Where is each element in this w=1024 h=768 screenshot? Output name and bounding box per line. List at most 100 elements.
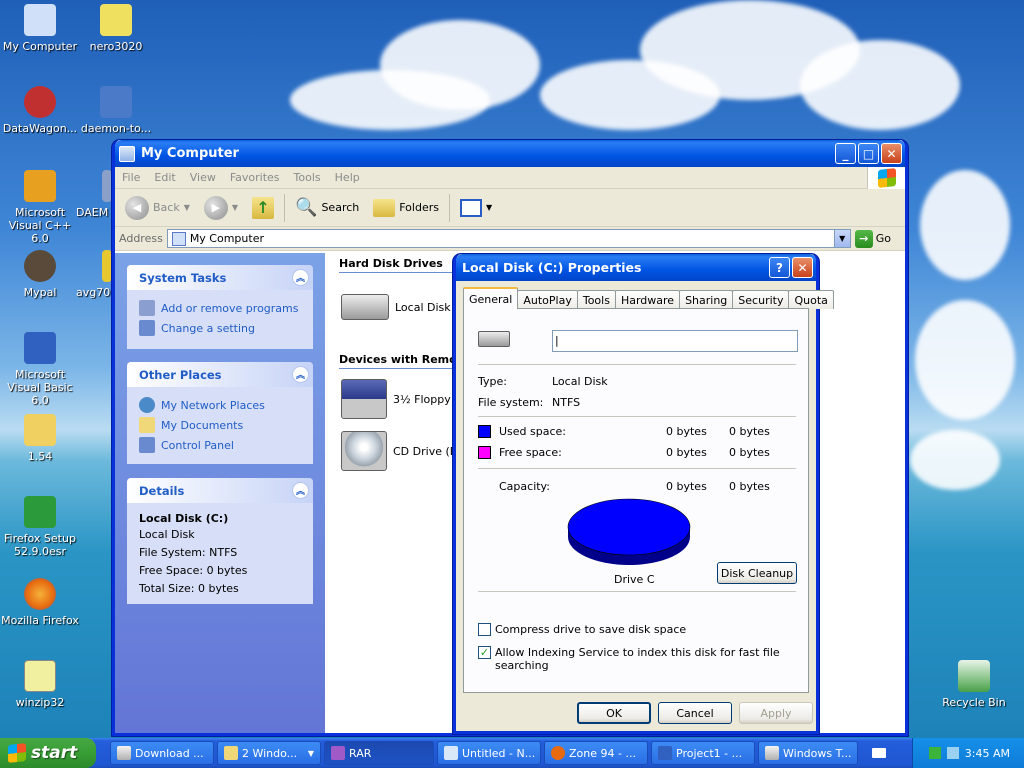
desktop-icon-154[interactable]: 1.54 [0,414,80,463]
tab-hardware[interactable]: Hardware [614,290,681,309]
folder-up-icon: ↑ [252,196,275,219]
capacity-label: Capacity: [499,480,550,493]
forward-button[interactable]: ▶ ▼ [200,194,242,222]
task-add-remove-programs[interactable]: Add or remove programs [139,298,301,318]
desktop-icon-my-computer[interactable]: My Computer [0,4,80,53]
apply-button[interactable]: Apply [739,702,813,724]
collapse-icon[interactable]: ︽ [292,366,309,383]
address-bar: Address My Computer ▼ → Go [115,227,905,251]
type-value: Local Disk [552,375,608,388]
menu-tools[interactable]: Tools [287,171,328,184]
hard-drive-icon [341,294,389,320]
compress-checkbox[interactable] [478,623,491,636]
place-documents[interactable]: My Documents [139,415,301,435]
network-icon[interactable] [946,747,959,759]
back-arrow-icon: ◀ [125,195,149,220]
desktop-icon-recycle-bin[interactable]: Recycle Bin [934,660,1014,709]
pie-used-slice [567,498,691,556]
tab-quota[interactable]: Quota [788,290,834,309]
desktop-icon-nero[interactable]: nero3020 [76,4,156,53]
start-button[interactable]: start [0,738,96,768]
other-places-header[interactable]: Other Places ︽ [127,362,313,387]
tab-autoplay[interactable]: AutoPlay [517,290,578,309]
recycle-bin-icon [958,660,990,692]
desktop-icon-daemon[interactable]: daemon-to... [76,86,156,135]
collapse-icon[interactable]: ︽ [292,269,309,286]
tab-security[interactable]: Security [732,290,790,309]
general-tab-panel: | Type: Local Disk File system: NTFS Use… [463,308,809,693]
collapse-icon[interactable]: ︽ [292,482,309,499]
search-icon: 🔍 [295,197,318,218]
standard-toolbar: ◀ Back ▼ ▶ ▼ ↑ 🔍 Search Folders ▼ [115,189,905,227]
details-panel: Details ︽ Local Disk (C:) Local Disk File… [127,478,313,604]
up-button[interactable]: ↑ [248,195,278,221]
desktop-icon-firefox[interactable]: Mozilla Firefox [0,578,80,627]
address-dropdown-button[interactable]: ▼ [833,230,850,247]
ok-button[interactable]: OK [577,702,651,724]
place-network[interactable]: My Network Places [139,395,301,415]
documents-icon [139,417,155,433]
taskbar-item-notepad[interactable]: Untitled - N... [437,741,541,765]
desktop-icon-datawagon[interactable]: DataWagon... [0,86,80,135]
close-button[interactable]: ✕ [881,143,902,164]
desktop-icon-avg[interactable]: avg70 [76,250,112,299]
search-button[interactable]: 🔍 Search [291,195,363,220]
views-button[interactable]: ▼ [456,197,496,219]
desktop-icon-vb6[interactable]: Microsoft Visual Basic 6.0 [0,332,80,407]
zip-folder-icon [24,414,56,446]
folder-icon [224,746,238,760]
tab-sharing[interactable]: Sharing [679,290,734,309]
taskbar-item-download[interactable]: Download ... [110,741,214,765]
tab-tools[interactable]: Tools [576,290,616,309]
menu-view[interactable]: View [183,171,223,184]
desktop-icon-daem[interactable]: DAEM [76,170,112,219]
minimize-button[interactable]: _ [835,143,856,164]
go-arrow-icon: → [854,229,873,248]
filesystem-label: File system: [478,396,544,409]
task-change-setting[interactable]: Change a setting [139,318,301,338]
clock[interactable]: 3:45 AM [965,747,1010,760]
help-button[interactable]: ? [769,257,790,278]
go-button[interactable]: → Go [854,229,901,248]
taskbar-item-project1[interactable]: Project1 - ... [651,741,755,765]
menu-favorites[interactable]: Favorites [223,171,287,184]
tab-general[interactable]: General [463,287,519,309]
explorer-titlebar[interactable]: My Computer _ □ ✕ [115,140,905,167]
disk-cleanup-button[interactable]: Disk Cleanup [717,562,797,584]
system-tasks-header[interactable]: System Tasks ︽ [127,265,313,290]
chevron-down-icon: ▼ [231,203,239,212]
taskbar: start Download ... 2 Windo... ▼ RAR Untit… [0,738,1024,768]
tray-app-icon[interactable] [928,747,941,759]
keyboard-icon[interactable] [872,748,886,758]
taskbar-item-rar[interactable]: RAR [324,741,434,765]
back-button[interactable]: ◀ Back ▼ [121,194,194,222]
desktop-icon-winzip[interactable]: winzip32 [0,660,80,709]
computer-icon [171,231,186,246]
volume-label-input[interactable]: | [552,330,798,352]
place-control-panel[interactable]: Control Panel [139,435,301,455]
details-header[interactable]: Details ︽ [127,478,313,503]
taskbar-item-zone94[interactable]: Zone 94 - ... [544,741,648,765]
windows-logo-icon [867,167,905,189]
menu-help[interactable]: Help [328,171,367,184]
free-space-size: 0 bytes [729,446,770,459]
maximize-button[interactable]: □ [858,143,879,164]
cancel-button[interactable]: Cancel [658,702,732,724]
taskbar-item-windows-task[interactable]: Windows T... [758,741,858,765]
folders-button[interactable]: Folders [369,197,443,219]
desktop-icon-vcpp[interactable]: Microsoft Visual C++ 6.0 [0,170,80,245]
address-input[interactable]: My Computer ▼ [166,229,851,248]
desktop-icon-mypal[interactable]: Mypal [0,250,80,299]
menu-file[interactable]: File [115,171,147,184]
vb-project-icon [658,746,672,760]
forward-arrow-icon: ▶ [203,195,228,220]
task-pane: System Tasks ︽ Add or remove programs Cha… [115,253,325,733]
used-space-size: 0 bytes [729,425,770,438]
taskbar-item-windows-group[interactable]: 2 Windo... ▼ [217,741,321,765]
dialog-titlebar[interactable]: Local Disk (C:) Properties ? ✕ [456,254,816,281]
menu-edit[interactable]: Edit [147,171,182,184]
desktop-icon-firefox-setup[interactable]: Firefox Setup 52.9.0esr [0,496,80,558]
cd-drive-icon [341,431,387,471]
dialog-close-button[interactable]: ✕ [792,257,813,278]
indexing-checkbox[interactable]: ✓ [478,646,491,659]
